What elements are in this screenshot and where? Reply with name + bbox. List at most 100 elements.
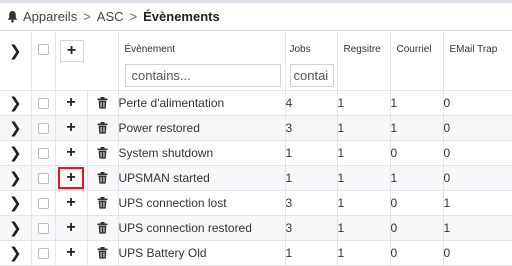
event-name-cell[interactable]: UPSMAN started	[118, 165, 286, 191]
events-table: ❯ + Évènement Jobs Regsitre Courriel EMa…	[0, 32, 512, 266]
trash-icon[interactable]	[94, 244, 112, 262]
row-delete-cell	[87, 140, 119, 166]
column-label-jobs: Jobs	[289, 44, 311, 55]
trash-icon[interactable]	[94, 119, 112, 137]
breadcrumb-separator: >	[83, 9, 91, 24]
jobs-cell: 1	[285, 240, 338, 266]
breadcrumb-item-current: Évènements	[143, 9, 220, 24]
row-checkbox[interactable]	[37, 147, 49, 159]
table-row[interactable]: ❯ + UPS Battery Old 1 1 0 0	[0, 240, 512, 266]
select-all-checkbox[interactable]	[37, 44, 49, 55]
row-delete-cell	[87, 115, 119, 141]
expand-row-cell[interactable]: ❯	[0, 240, 32, 266]
row-checkbox[interactable]	[37, 197, 49, 209]
courriel-cell: 0	[390, 240, 444, 266]
add-job-button[interactable]: +	[60, 144, 82, 162]
column-label-email-trap: EMail Trap	[449, 44, 498, 55]
email-trap-cell: 0	[443, 165, 512, 191]
row-checkbox[interactable]	[37, 247, 49, 259]
bell-icon	[6, 10, 19, 23]
registre-cell: 1	[337, 115, 391, 141]
row-checkbox-cell[interactable]	[31, 240, 56, 266]
row-checkbox[interactable]	[37, 222, 49, 234]
chevron-right-icon[interactable]: ❯	[9, 170, 22, 187]
trash-icon[interactable]	[94, 194, 112, 212]
row-delete-cell	[87, 90, 119, 116]
expand-row-cell[interactable]: ❯	[0, 140, 32, 166]
row-add-cell: +	[55, 165, 88, 191]
jobs-cell: 1	[285, 165, 338, 191]
email-trap-cell: 0	[443, 140, 512, 166]
breadcrumb-item-appareils[interactable]: Appareils	[23, 9, 77, 24]
expand-row-cell[interactable]: ❯	[0, 90, 32, 116]
row-checkbox[interactable]	[37, 172, 49, 184]
row-delete-cell	[87, 190, 119, 216]
add-job-button[interactable]: +	[60, 94, 82, 112]
event-name-cell[interactable]: Power restored	[118, 115, 286, 141]
row-add-cell: +	[55, 90, 88, 116]
table-row[interactable]: ❯ + UPS connection lost 3 1 0 1	[0, 190, 512, 216]
add-event-button[interactable]: +	[59, 40, 84, 62]
column-header-jobs: Jobs	[285, 32, 338, 91]
row-checkbox-cell[interactable]	[31, 140, 56, 166]
add-job-button[interactable]: +	[58, 166, 84, 189]
chevron-right-icon[interactable]: ❯	[9, 43, 22, 60]
row-checkbox-cell[interactable]	[31, 215, 56, 241]
row-delete-cell	[87, 215, 119, 241]
column-header-courriel: Courriel	[390, 32, 444, 91]
add-job-button[interactable]: +	[60, 244, 82, 262]
event-name-cell[interactable]: UPS Battery Old	[118, 240, 286, 266]
courriel-cell: 0	[390, 190, 444, 216]
chevron-right-icon[interactable]: ❯	[9, 95, 22, 112]
add-job-button[interactable]: +	[60, 219, 82, 237]
event-name-cell[interactable]: UPS connection restored	[118, 215, 286, 241]
trash-icon[interactable]	[94, 219, 112, 237]
row-checkbox-cell[interactable]	[31, 115, 56, 141]
email-trap-cell: 1	[443, 190, 512, 216]
add-job-button[interactable]: +	[60, 119, 82, 137]
add-header-cell: +	[55, 32, 119, 91]
table-row[interactable]: ❯ + Perte d'alimentation 4 1 1 0	[0, 90, 512, 116]
event-name-cell[interactable]: UPS connection lost	[118, 190, 286, 216]
breadcrumb-item-asc[interactable]: ASC	[97, 9, 124, 24]
row-checkbox[interactable]	[37, 97, 49, 109]
trash-icon[interactable]	[94, 144, 112, 162]
expand-row-cell[interactable]: ❯	[0, 215, 32, 241]
breadcrumb: Appareils > ASC > Évènements	[0, 3, 512, 31]
select-all-cell[interactable]	[31, 32, 56, 91]
expand-row-cell[interactable]: ❯	[0, 190, 32, 216]
event-name-cell[interactable]: System shutdown	[118, 140, 286, 166]
table-row[interactable]: ❯ + Power restored 3 1 1 0	[0, 115, 512, 141]
table-row[interactable]: ❯ + UPS connection restored 3 1 0 1	[0, 215, 512, 241]
add-job-button[interactable]: +	[60, 194, 82, 212]
expand-row-cell[interactable]: ❯	[0, 115, 32, 141]
chevron-right-icon[interactable]: ❯	[9, 120, 22, 137]
table-row[interactable]: ❯ + System shutdown 1 1 0 0	[0, 140, 512, 166]
trash-icon[interactable]	[94, 94, 112, 112]
table-row[interactable]: ❯ + UPSMAN started 1 1 1 0	[0, 165, 512, 191]
courriel-cell: 1	[390, 165, 444, 191]
registre-cell: 1	[337, 90, 391, 116]
jobs-filter-input[interactable]	[289, 64, 334, 87]
jobs-cell: 3	[285, 115, 338, 141]
chevron-right-icon[interactable]: ❯	[9, 220, 22, 237]
event-filter-input[interactable]	[124, 64, 281, 87]
chevron-right-icon[interactable]: ❯	[9, 195, 22, 212]
row-checkbox-cell[interactable]	[31, 190, 56, 216]
row-checkbox-cell[interactable]	[31, 90, 56, 116]
courriel-cell: 0	[390, 215, 444, 241]
expand-row-cell[interactable]: ❯	[0, 165, 32, 191]
breadcrumb-separator: >	[129, 9, 138, 24]
event-name-cell[interactable]: Perte d'alimentation	[118, 90, 286, 116]
column-label-registre: Regsitre	[343, 44, 381, 55]
column-header-registre: Regsitre	[337, 32, 391, 91]
chevron-right-icon[interactable]: ❯	[9, 245, 22, 262]
expand-all-cell[interactable]: ❯	[0, 32, 32, 91]
courriel-cell: 1	[390, 90, 444, 116]
row-add-cell: +	[55, 215, 88, 241]
trash-icon[interactable]	[94, 169, 112, 187]
row-checkbox-cell[interactable]	[31, 165, 56, 191]
row-add-cell: +	[55, 190, 88, 216]
row-checkbox[interactable]	[37, 122, 49, 134]
chevron-right-icon[interactable]: ❯	[9, 145, 22, 162]
